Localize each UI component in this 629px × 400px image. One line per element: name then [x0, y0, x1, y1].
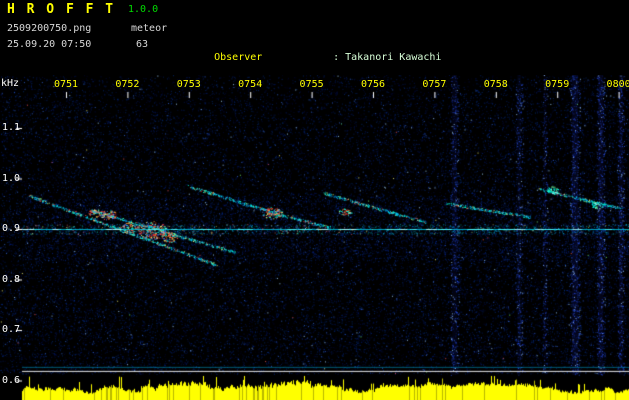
x-tick-label: 0752	[115, 79, 140, 90]
y-tick-label: 0.6	[2, 374, 21, 386]
app-title: H R O F F T	[7, 2, 116, 17]
y-tick-label: 1.1	[2, 122, 21, 133]
app-version: 1.0.0	[128, 4, 159, 15]
x-tick-label: 0751	[53, 79, 79, 90]
y-tick-label: 0.8	[2, 273, 21, 285]
echo-count: 63	[136, 39, 149, 50]
output-filename: 2509200750.png	[7, 23, 92, 34]
y-tick-label: 0.7	[2, 324, 21, 335]
info-separator: :	[333, 52, 340, 63]
station-info: Observer:Takanori Kawachi Receiving Loca…	[178, 3, 628, 210]
spectrogram-canvas	[0, 75, 629, 400]
info-label: Observer	[214, 52, 263, 63]
y-tick-label: 1.0	[2, 172, 21, 184]
x-tick-label: 0759	[545, 79, 570, 90]
x-tick-label: 0758	[483, 79, 508, 90]
hrofft-screenshot: H R O F F T 1.0.0 2509200750.png meteor …	[0, 0, 629, 400]
info-row-observer: Observer: Takanori Kawachi	[178, 41, 628, 63]
info-value: Takanori Kawachi	[345, 52, 442, 63]
x-tick-label: 0800	[606, 79, 629, 90]
x-tick-label: 0756	[360, 79, 386, 90]
y-axis-unit: kHz	[1, 78, 20, 89]
mode-label: meteor	[131, 23, 168, 34]
x-tick-label: 0754	[238, 79, 263, 90]
timestamp: 25.09.20 07:50	[7, 39, 92, 50]
y-tick-label: 0.9	[2, 223, 21, 234]
x-tick-label: 0757	[422, 79, 447, 90]
x-tick-label: 0755	[299, 79, 324, 90]
x-tick-label: 0753	[176, 79, 201, 90]
